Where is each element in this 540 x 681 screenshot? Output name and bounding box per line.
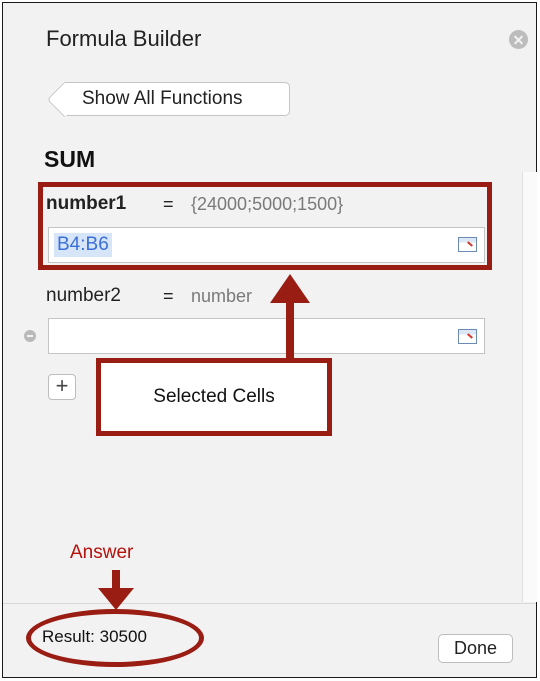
answer-arrow-head	[98, 588, 134, 610]
done-button[interactable]: Done	[438, 634, 513, 663]
result-highlight-ellipse	[26, 609, 204, 667]
annotation-arrows	[98, 274, 310, 610]
callout-arrow-shaft	[286, 296, 294, 362]
answer-label: Answer	[70, 542, 134, 563]
answer-arrow-shaft	[112, 570, 120, 590]
callout-arrow-head	[270, 274, 310, 303]
selected-cells-callout: Selected Cells	[96, 358, 332, 436]
